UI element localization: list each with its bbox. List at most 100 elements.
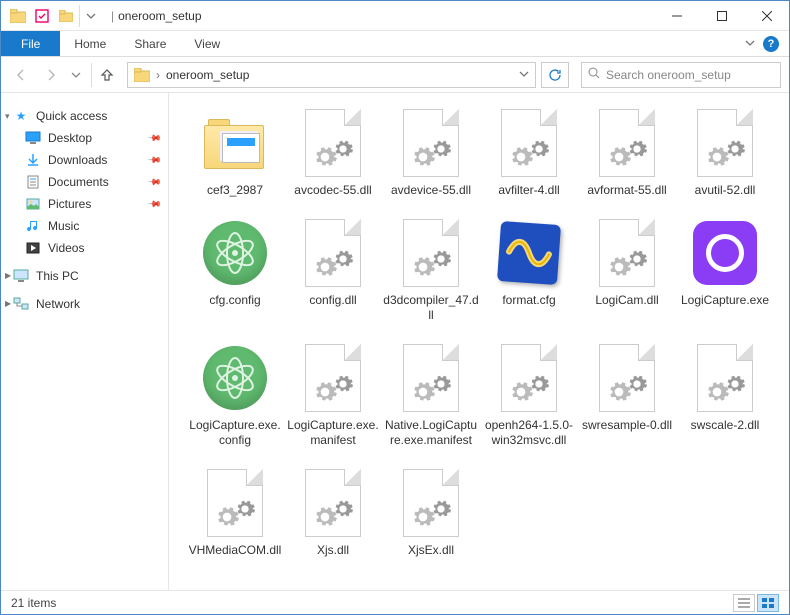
recent-locations-button[interactable] [69,63,83,87]
address-folder-icon [134,67,150,83]
sidebar-item-downloads[interactable]: Downloads📌 [3,149,166,171]
file-item[interactable]: config.dll [285,217,381,322]
quick-access-icon: ★ [13,108,29,124]
maximize-button[interactable] [699,1,744,30]
minimize-button[interactable] [654,1,699,30]
file-item[interactable]: cfg.config [187,217,283,322]
folder-app-icon[interactable] [7,5,29,27]
file-icon [591,217,663,289]
breadcrumb[interactable]: oneroom_setup [166,68,249,82]
chevron-right-icon[interactable]: ▶ [5,268,11,284]
sidebar-item-label: Downloads [48,152,107,168]
file-item[interactable]: avdevice-55.dll [383,107,479,197]
ribbon-expand-icon[interactable] [745,37,755,51]
file-icon [689,342,761,414]
file-item[interactable]: avutil-52.dll [677,107,773,197]
file-item[interactable]: format.cfg [481,217,577,322]
file-item[interactable]: Xjs.dll [285,467,381,557]
file-item[interactable]: LogiCam.dll [579,217,675,322]
file-name: swscale-2.dll [691,418,760,432]
file-item[interactable]: avcodec-55.dll [285,107,381,197]
file-name: LogiCapture.exe.config [187,418,283,447]
qat-customize-icon[interactable] [79,5,101,27]
file-list[interactable]: cef3_2987 avcodec-55.dll avdevice-55.dll av… [169,93,789,590]
file-icon [199,342,271,414]
file-tab[interactable]: File [1,31,60,56]
file-name: openh264-1.5.0-win32msvc.dll [481,418,577,447]
file-name: avcodec-55.dll [294,183,371,197]
file-name: XjsEx.dll [408,543,454,557]
file-name: format.cfg [502,293,555,307]
sidebar-item-label: Desktop [48,130,92,146]
tab-view[interactable]: View [180,31,234,56]
file-name: cfg.config [209,293,260,307]
status-bar: 21 items [1,590,789,614]
file-icon [395,217,467,289]
sidebar-item-documents[interactable]: Documents📌 [3,171,166,193]
file-item[interactable]: d3dcompiler_47.dll [383,217,479,322]
network-icon [13,296,29,312]
file-item[interactable]: LogiCapture.exe.manifest [285,342,381,447]
file-item[interactable]: Native.LogiCapture.exe.manifest [383,342,479,447]
file-icon [493,342,565,414]
sidebar-network[interactable]: ▶ Network [3,293,166,315]
large-icons-view-button[interactable] [757,594,779,612]
file-icon [297,342,369,414]
crumb-chevron-icon[interactable]: › [156,68,160,82]
address-bar[interactable]: › oneroom_setup [127,62,536,88]
sidebar-quick-access[interactable]: ▾ ★ Quick access [3,105,166,127]
file-item[interactable]: XjsEx.dll [383,467,479,557]
chevron-down-icon[interactable]: ▾ [5,108,10,124]
file-icon [199,107,271,179]
search-placeholder: Search oneroom_setup [606,68,731,82]
help-icon[interactable]: ? [763,36,779,52]
file-name: swresample-0.dll [582,418,672,432]
file-name: avutil-52.dll [695,183,756,197]
up-button[interactable] [91,63,115,87]
file-item[interactable]: LogiCapture.exe [677,217,773,322]
file-name: Native.LogiCapture.exe.manifest [383,418,479,447]
close-button[interactable] [744,1,789,30]
refresh-button[interactable] [541,62,569,88]
file-item[interactable]: swresample-0.dll [579,342,675,447]
file-icon [591,342,663,414]
file-item[interactable]: LogiCapture.exe.config [187,342,283,447]
sidebar-item-label: Network [36,296,80,312]
file-icon [493,107,565,179]
tab-share[interactable]: Share [120,31,180,56]
address-dropdown-icon[interactable] [519,68,529,82]
quick-access-toolbar [1,5,107,27]
file-item[interactable]: avformat-55.dll [579,107,675,197]
sidebar-item-videos[interactable]: Videos [3,237,166,259]
file-item[interactable]: cef3_2987 [187,107,283,197]
file-name: avfilter-4.dll [498,183,559,197]
this-pc-icon [13,268,29,284]
music-icon [25,218,41,234]
file-item[interactable]: avfilter-4.dll [481,107,577,197]
tab-home[interactable]: Home [60,31,120,56]
qat-new-folder-icon[interactable] [55,5,77,27]
sidebar-item-music[interactable]: Music [3,215,166,237]
sidebar-item-desktop[interactable]: Desktop📌 [3,127,166,149]
sidebar-this-pc[interactable]: ▶ This PC [3,265,166,287]
file-icon [297,217,369,289]
file-icon [297,107,369,179]
navigation-pane: ▾ ★ Quick access Desktop📌Downloads📌Docum… [1,93,169,590]
details-view-button[interactable] [733,594,755,612]
forward-button[interactable] [39,63,63,87]
file-name: d3dcompiler_47.dll [383,293,479,322]
file-item[interactable]: swscale-2.dll [677,342,773,447]
pin-icon: 📌 [145,194,164,213]
file-item[interactable]: openh264-1.5.0-win32msvc.dll [481,342,577,447]
desktop-icon [25,130,41,146]
sidebar-item-pictures[interactable]: Pictures📌 [3,193,166,215]
search-input[interactable]: Search oneroom_setup [581,62,781,88]
main-area: ▾ ★ Quick access Desktop📌Downloads📌Docum… [1,93,789,590]
search-icon [588,67,600,82]
chevron-right-icon[interactable]: ▶ [5,296,11,312]
sidebar-item-label: This PC [36,268,79,284]
file-name: config.dll [309,293,356,307]
file-item[interactable]: VHMediaCOM.dll [187,467,283,557]
qat-properties-icon[interactable] [31,5,53,27]
back-button[interactable] [9,63,33,87]
